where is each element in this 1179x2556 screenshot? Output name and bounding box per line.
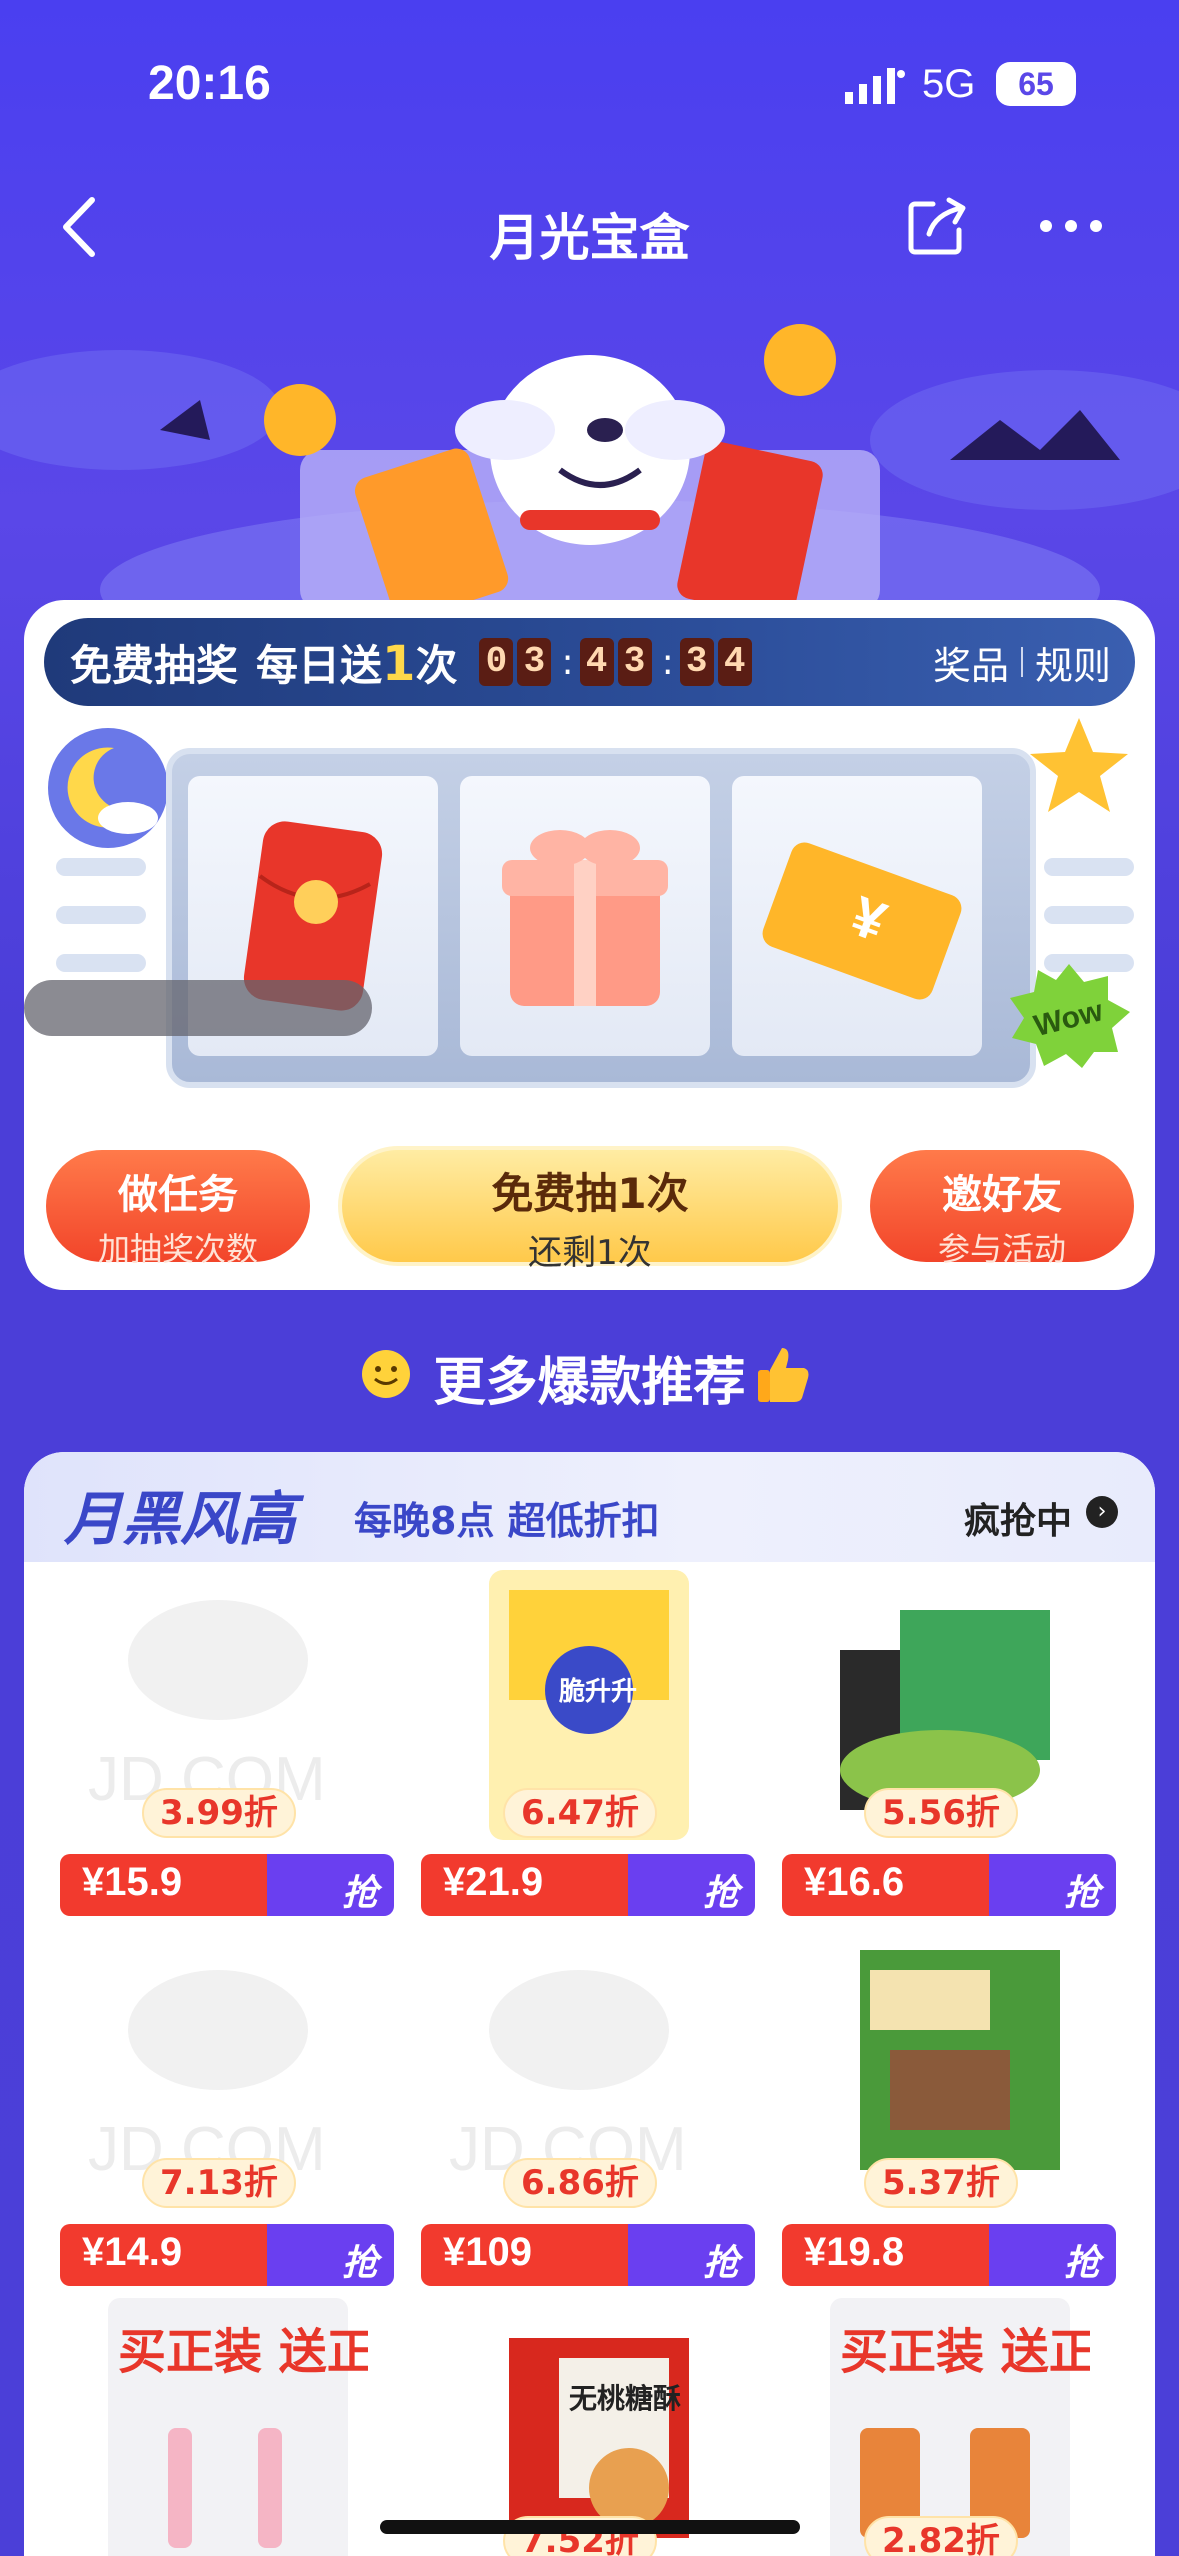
discount-badge: 5.56折 (864, 1788, 1018, 1838)
countdown-digit: 4 (579, 638, 614, 686)
price-bar[interactable]: ¥19.8 抢 (782, 2224, 1116, 2286)
invite-friends-button[interactable]: 邀好友 参与活动 (870, 1150, 1134, 1268)
price-bar[interactable]: ¥21.9 抢 (421, 1854, 755, 1916)
coupon-icon: ¥ (762, 842, 962, 1000)
network-label: 5G (922, 62, 976, 106)
price: ¥15.9 (82, 1860, 183, 1904)
price: ¥109 (443, 2230, 532, 2274)
countdown-digit: 4 (717, 638, 752, 686)
toast-overlay (24, 980, 372, 1036)
section-title: 更多爆款推荐 (433, 1353, 746, 1413)
product-card[interactable]: JD.COM 6.86折 ¥109 抢 (409, 1940, 755, 2300)
price: ¥14.9 (82, 2230, 183, 2274)
page-title: 月光宝盒 (489, 209, 690, 267)
daily-count: 1 (382, 635, 416, 692)
price: ¥19.8 (804, 2230, 905, 2274)
home-indicator (380, 2520, 800, 2534)
discount-badge: 3.99折 (142, 1788, 296, 1838)
lottery-header: 免费抽奖 每日送1次 0 3 : 4 3 : 3 4 奖品 规则 (44, 618, 1135, 706)
status-bar: 20:16 5G 65 (0, 0, 1179, 170)
prizes-link[interactable]: 奖品 (933, 635, 1009, 690)
battery-indicator: 65 (996, 62, 1076, 106)
task-label: 做任务 (118, 1172, 238, 1218)
product-card[interactable]: 无桃糖酥 7.52折 (409, 2298, 749, 2556)
price-bar[interactable]: ¥109 抢 (421, 2224, 755, 2286)
draw-label: 免费抽1次 (491, 1169, 689, 1218)
wow-badge: Wow (1010, 964, 1130, 1068)
slot-gift-box (460, 776, 710, 1056)
deals-header: 月黑风高 每晚8点 超低折扣 疯抢中 › (24, 1452, 1155, 1562)
lottery-card: 免费抽奖 每日送1次 0 3 : 4 3 : 3 4 奖品 规则 ¥ Wow 做… (24, 600, 1155, 1290)
draw-sublabel: 还剩1次 (528, 1233, 652, 1273)
discount-badge: 6.86折 (503, 2158, 657, 2208)
do-task-button[interactable]: 做任务 加抽奖次数 (46, 1150, 310, 1268)
chevron-right-icon[interactable]: › (1086, 1496, 1118, 1528)
gift-box-icon (502, 830, 668, 1006)
hero-illustration (0, 324, 1179, 610)
grab-button[interactable]: 抢 (703, 1864, 739, 1916)
daily-prefix: 每日送 (256, 640, 383, 690)
lottery-links: 奖品 规则 (933, 635, 1111, 690)
price-bar[interactable]: ¥14.9 抢 (60, 2224, 394, 2286)
price: ¥16.6 (804, 1860, 905, 1904)
task-sublabel: 加抽奖次数 (97, 1230, 258, 1268)
price-bar[interactable]: ¥15.9 抢 (60, 1854, 394, 1916)
more-icon[interactable] (1036, 216, 1106, 236)
link-divider (1020, 647, 1023, 677)
grab-button[interactable]: 抢 (703, 2234, 739, 2286)
product-card[interactable]: JD.COM 7.13折 ¥14.9 抢 (48, 1940, 394, 2300)
invite-sublabel: 参与活动 (937, 1230, 1066, 1268)
deals-card: 月黑风高 每晚8点 超低折扣 疯抢中 › JD.COM 3.99折 ¥15.9 … (24, 1452, 1155, 2556)
product-image: 买正装 送正装 (108, 2298, 368, 2556)
daily-suffix: 次 (415, 640, 458, 690)
thumbs-up-icon (758, 1348, 809, 1402)
nav-bar: 月光宝盒 (0, 170, 1179, 290)
pastry-label: 无桃糖酥 (569, 2382, 681, 2415)
discount-badge: 2.82折 (864, 2516, 1018, 2556)
slot-machine: ¥ (166, 748, 1036, 1088)
product-card[interactable]: 5.56折 ¥16.6 抢 (770, 1570, 1116, 1930)
deals-brand: 月黑风高 (64, 1485, 297, 1553)
slot-coupon: ¥ (732, 776, 982, 1056)
grab-button[interactable]: 抢 (1064, 2234, 1100, 2286)
rules-link[interactable]: 规则 (1035, 635, 1111, 690)
promo-text: 买正装 送正装 (840, 2324, 1090, 2380)
share-icon[interactable] (905, 194, 969, 258)
countdown-digit: 0 (479, 638, 514, 686)
countdown-separator: : (561, 641, 574, 683)
product-card[interactable]: 买正装 送正装 (48, 2298, 388, 2556)
discount-badge: 6.47折 (503, 1788, 657, 1838)
signal-icon (845, 68, 905, 104)
price-bar[interactable]: ¥16.6 抢 (782, 1854, 1116, 1916)
countdown-digit: 3 (517, 638, 552, 686)
hero-banner (0, 290, 1179, 610)
discount-badge: 5.37折 (864, 2158, 1018, 2208)
grab-button[interactable]: 抢 (342, 2234, 378, 2286)
promo-text: 买正装 送正装 (118, 2324, 368, 2380)
discount-badge: 7.13折 (142, 2158, 296, 2208)
product-card[interactable]: 脆升升 6.47折 ¥21.9 抢 (409, 1570, 755, 1930)
daily-chance-label: 每日送1次 (256, 632, 457, 693)
countdown-timer: 0 3 : 4 3 : 3 4 (479, 638, 755, 686)
price: ¥21.9 (443, 1860, 544, 1904)
grab-button[interactable]: 抢 (1064, 1864, 1100, 1916)
deals-more-link[interactable]: 疯抢中 (964, 1492, 1072, 1544)
potato-brand: 脆升升 (559, 1676, 637, 1707)
lottery-title: 免费抽奖 (70, 640, 239, 690)
product-card[interactable]: 5.37折 ¥19.8 抢 (770, 1940, 1116, 2300)
moon-icon (48, 728, 168, 848)
countdown-separator: : (661, 641, 674, 683)
countdown-digit: 3 (679, 638, 714, 686)
invite-label: 邀好友 (942, 1172, 1062, 1218)
product-card[interactable]: 买正装 送正装 2.82折 (770, 2298, 1110, 2556)
star-icon (1030, 718, 1128, 812)
free-draw-button[interactable]: 免费抽1次 还剩1次 (338, 1146, 842, 1273)
countdown-digit: 3 (617, 638, 652, 686)
status-time: 20:16 (148, 57, 271, 110)
grab-button[interactable]: 抢 (342, 1864, 378, 1916)
product-card[interactable]: JD.COM 3.99折 ¥15.9 抢 (48, 1570, 394, 1930)
deals-subtitle: 每晚8点 超低折扣 (354, 1499, 660, 1543)
